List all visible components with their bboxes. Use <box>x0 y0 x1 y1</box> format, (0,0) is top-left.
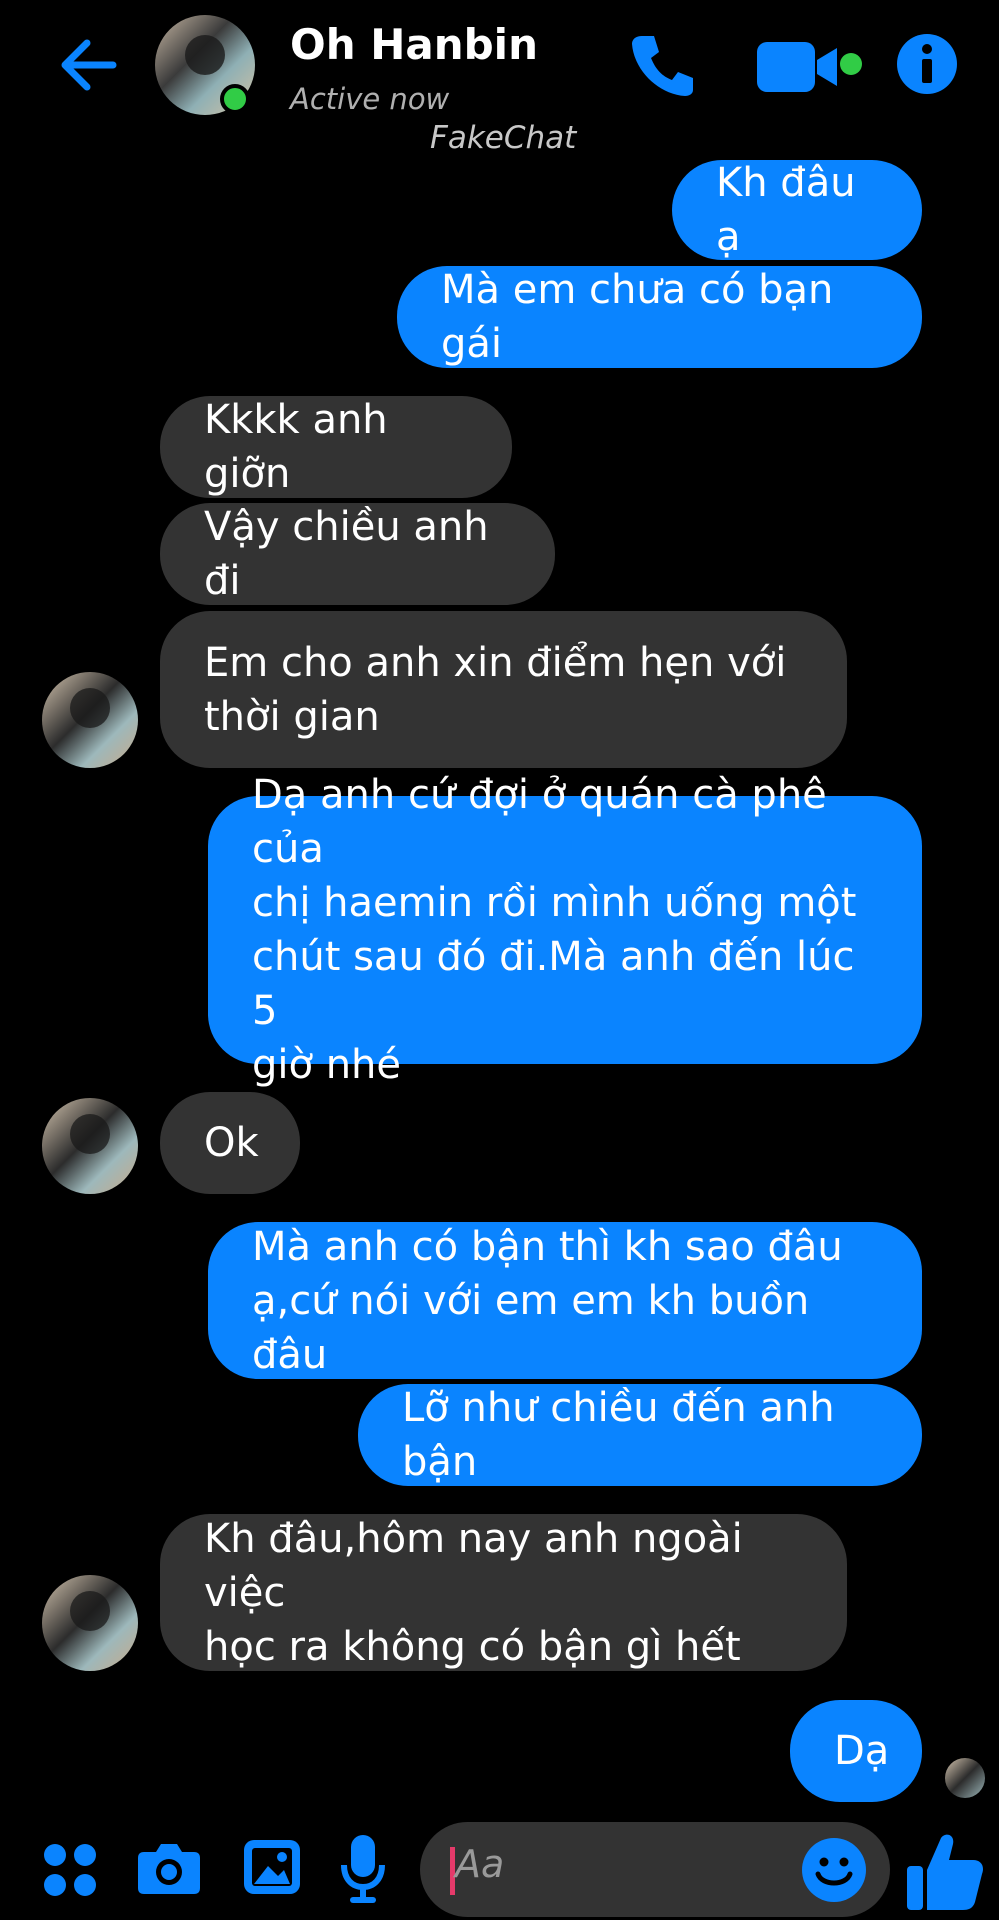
message-text: Lỡ như chiều đến anh bận <box>402 1385 835 1485</box>
message-text: Mà anh có bận thì kh sao đâu ạ,cứ nói vớ… <box>252 1223 843 1378</box>
message-input-placeholder: Aa <box>455 1842 505 1886</box>
message-text: Ok <box>204 1120 259 1166</box>
message-incoming[interactable]: Em cho anh xin điểm hẹn với thời gian <box>160 611 847 768</box>
camera-icon[interactable] <box>136 1840 202 1896</box>
message-text: Dạ anh cứ đợi ở quán cà phê của chị haem… <box>252 772 857 1088</box>
message-text: Kkkk anh giỡn <box>204 397 388 497</box>
message-text: Em cho anh xin điểm hẹn với thời gian <box>204 639 787 740</box>
watermark: FakeChat <box>430 120 577 156</box>
chat-header: Oh Hanbin Active now FakeChat <box>0 0 999 156</box>
contact-name[interactable]: Oh Hanbin <box>290 20 538 69</box>
contact-avatar-small[interactable] <box>42 1575 138 1671</box>
microphone-icon[interactable] <box>340 1833 386 1905</box>
message-outgoing[interactable]: Mà em chưa có bạn gái <box>397 266 922 368</box>
message-outgoing[interactable]: Kh đâu ạ <box>672 160 922 260</box>
message-text: Kh đâu,hôm nay anh ngoài việc học ra khô… <box>204 1515 743 1670</box>
contact-avatar-small[interactable] <box>42 672 138 768</box>
message-outgoing[interactable]: Lỡ như chiều đến anh bận <box>358 1384 922 1486</box>
seen-avatar <box>945 1758 985 1798</box>
phone-icon[interactable] <box>628 30 698 100</box>
message-incoming[interactable]: Ok <box>160 1092 300 1194</box>
active-status-dot <box>220 84 250 114</box>
message-text: Mà em chưa có bạn gái <box>441 267 834 367</box>
image-icon[interactable] <box>242 1838 302 1896</box>
video-camera-icon[interactable] <box>755 38 865 96</box>
thumbs-up-icon[interactable] <box>905 1830 985 1912</box>
message-incoming[interactable]: Kh đâu,hôm nay anh ngoài việc học ra khô… <box>160 1514 847 1671</box>
message-outgoing[interactable]: Dạ anh cứ đợi ở quán cà phê của chị haem… <box>208 772 922 1088</box>
message-text: Kh đâu ạ <box>716 160 856 260</box>
back-arrow-icon[interactable] <box>55 35 120 95</box>
apps-grid-icon[interactable] <box>42 1842 98 1898</box>
message-incoming[interactable]: Kkkk anh giỡn <box>160 396 512 498</box>
message-outgoing[interactable]: Dạ <box>790 1700 922 1802</box>
active-status-text: Active now <box>290 82 450 116</box>
message-text: Vậy chiều anh đi <box>204 504 489 604</box>
emoji-icon[interactable] <box>800 1836 868 1904</box>
message-incoming[interactable]: Vậy chiều anh đi <box>160 503 555 605</box>
message-text: Dạ <box>834 1728 890 1774</box>
message-outgoing[interactable]: Mà anh có bận thì kh sao đâu ạ,cứ nói vớ… <box>208 1222 922 1379</box>
info-icon[interactable] <box>895 32 959 96</box>
contact-avatar-small[interactable] <box>42 1098 138 1194</box>
